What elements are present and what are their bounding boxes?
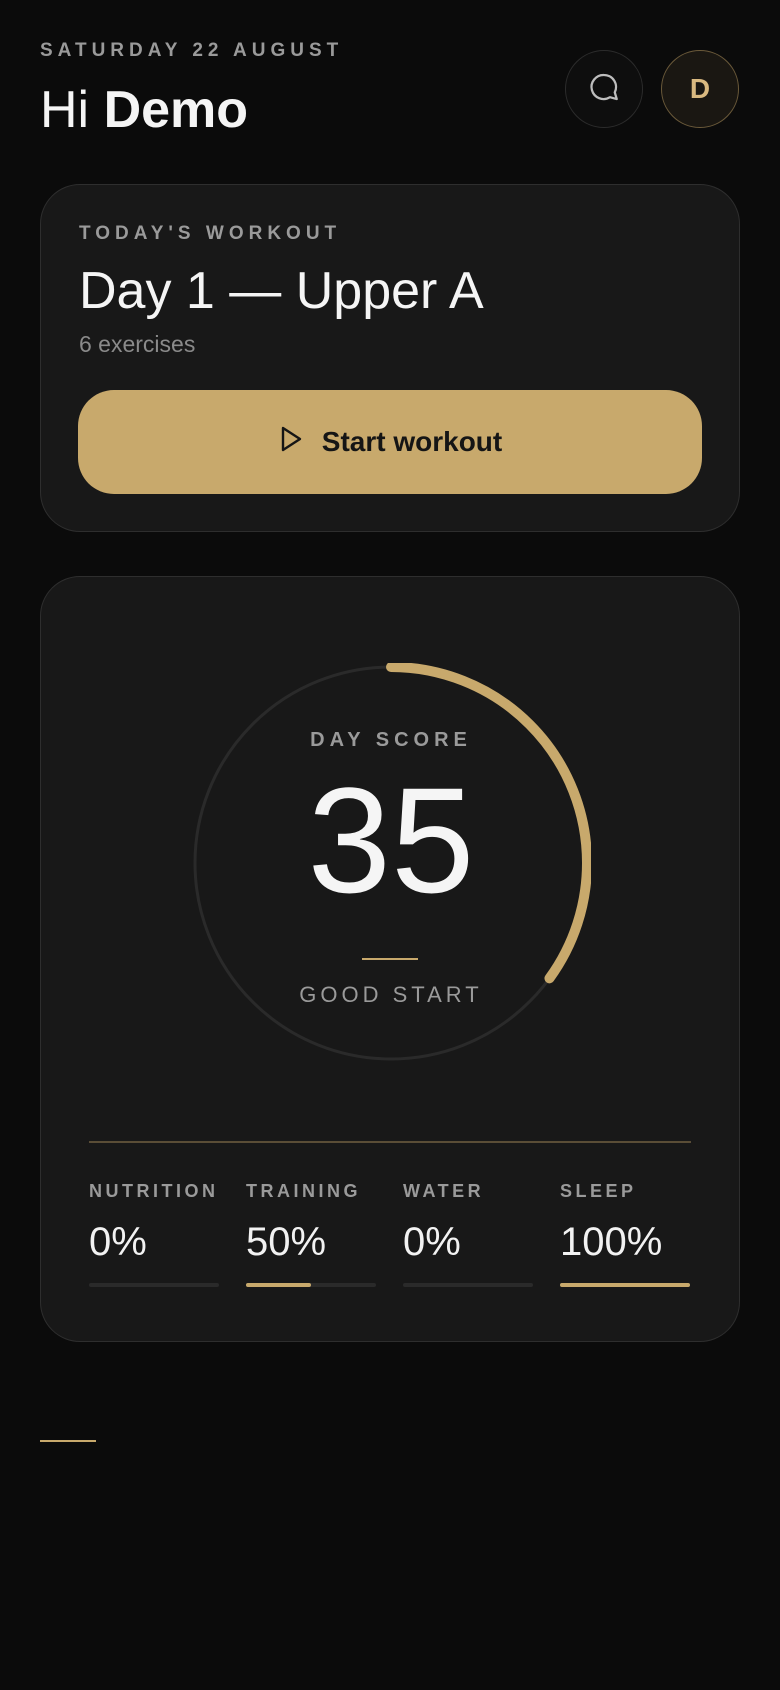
avatar[interactable]: D <box>661 50 739 128</box>
day-score-label: DAY SCORE <box>310 729 472 751</box>
metric-training: TRAINING 50% <box>246 1181 376 1287</box>
metric-value: 0% <box>89 1220 147 1264</box>
metric-label: TRAINING <box>246 1181 361 1201</box>
metric-nutrition: NUTRITION 0% <box>89 1181 219 1287</box>
metric-bar-fill <box>246 1283 311 1287</box>
start-workout-label: Start workout <box>321 426 503 457</box>
metric-bar <box>89 1283 219 1287</box>
greeting-prefix: Hi <box>40 81 90 139</box>
metric-label: SLEEP <box>560 1181 637 1201</box>
greeting: Hi Demo <box>40 78 248 142</box>
play-icon <box>278 425 304 460</box>
metric-water: WATER 0% <box>403 1181 533 1287</box>
score-divider <box>362 958 418 960</box>
start-workout-button[interactable]: Start workout <box>78 390 702 494</box>
metric-bar <box>403 1283 533 1287</box>
metric-bar-fill <box>560 1283 690 1287</box>
day-score-value: 35 <box>307 756 475 924</box>
metric-sleep: SLEEP 100% <box>560 1181 690 1287</box>
workout-title: Day 1 — Upper A <box>79 262 484 320</box>
metric-value: 0% <box>403 1220 461 1264</box>
metrics-divider <box>89 1141 691 1143</box>
day-score-card: DAY SCORE 35 GOOD START NUTRITION 0% TRA… <box>40 576 740 1342</box>
workout-exercise-count: 6 exercises <box>79 331 196 357</box>
date-label: SATURDAY 22 AUGUST <box>40 40 344 61</box>
chat-bubble-icon <box>587 70 621 109</box>
metric-label: WATER <box>403 1181 485 1201</box>
metric-bar <box>246 1283 376 1287</box>
metric-label: NUTRITION <box>89 1181 219 1201</box>
chat-button[interactable] <box>565 50 643 128</box>
day-score-status: GOOD START <box>299 982 483 1007</box>
user-name: Demo <box>103 81 249 139</box>
avatar-initial: D <box>689 73 711 104</box>
workout-eyebrow: TODAY'S WORKOUT <box>79 223 342 244</box>
section-accent-line <box>40 1440 96 1442</box>
metric-bar <box>560 1283 690 1287</box>
todays-workout-card: TODAY'S WORKOUT Day 1 — Upper A 6 exerci… <box>40 184 740 532</box>
metric-value: 100% <box>560 1220 663 1264</box>
metric-value: 50% <box>246 1220 327 1264</box>
